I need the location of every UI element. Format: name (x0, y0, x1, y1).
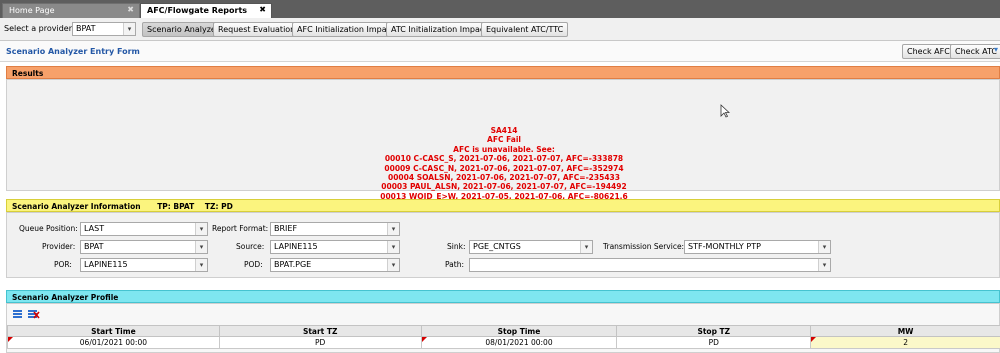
chevron-down-icon[interactable]: ▾ (580, 241, 592, 253)
report-format-select[interactable]: BRIEF ▾ (270, 222, 400, 236)
profile-table: Start Time Start TZ Stop Time Stop TZ MW… (7, 325, 1000, 349)
chevron-down-icon[interactable]: ▾ (195, 259, 207, 271)
tp-label: TP: BPAT (157, 202, 195, 211)
delete-row-icon[interactable] (28, 309, 40, 319)
results-panel: SA414 AFC Fail AFC is unavailable. See: … (6, 79, 1000, 201)
tz-label: TZ: PD (204, 202, 233, 211)
pod-select[interactable]: BPAT.PGE ▾ (270, 258, 400, 272)
column-header-start-tz[interactable]: Start TZ (218, 325, 422, 337)
por-value: LAPINE115 (84, 260, 128, 269)
add-row-icon[interactable] (13, 309, 25, 319)
chevron-down-icon[interactable]: ▾ (818, 241, 830, 253)
tab-label: Home Page (9, 6, 55, 15)
profile-title: Scenario Analyzer Profile (12, 293, 119, 302)
sink-label: Sink: (447, 242, 466, 251)
column-header-start-time[interactable]: Start Time (7, 325, 220, 337)
column-header-mw[interactable]: MW (810, 325, 1000, 337)
profile-table-header: Start Time Start TZ Stop Time Stop TZ MW (7, 325, 1000, 337)
queue-position-value: LAST (84, 224, 105, 233)
mouse-pointer-icon (720, 104, 730, 118)
report-format-label: Report Format: (212, 224, 269, 233)
chevron-down-icon[interactable]: ▾ (123, 23, 135, 35)
chevron-down-icon[interactable]: ▾ (195, 241, 207, 253)
pod-label: POD: (244, 260, 263, 269)
result-line: 00004 SOALSN, 2021-07-06, 2021-07-07, AF… (387, 173, 620, 183)
provider-field-value: BPAT (84, 242, 104, 251)
results-message: SA414 AFC Fail AFC is unavailable. See: … (7, 126, 1000, 201)
mw-cell[interactable]: 2 (810, 336, 1000, 349)
chevron-down-icon[interactable]: ▾ (387, 241, 399, 253)
tab-bar: Home Page ✖ AFC/Flowgate Reports ✖ (0, 0, 1000, 18)
report-format-value: BRIEF (274, 224, 298, 233)
result-line: 00009 C-CASC_N, 2021-07-06, 2021-07-07, … (384, 163, 624, 173)
path-select[interactable]: ▾ (469, 258, 831, 272)
provider-label: Select a provider (4, 24, 72, 33)
info-header: Scenario Analyzer Information TP: BPAT T… (6, 199, 1000, 212)
toolbar: Select a provider BPAT ▾ Scenario Analyz… (0, 18, 1000, 41)
profile-panel: Start Time Start TZ Stop Time Stop TZ MW… (6, 303, 1000, 353)
chevron-down-icon[interactable]: ▾ (195, 223, 207, 235)
table-row: 06/01/2021 00:00 PD 08/01/2021 00:00 PD … (7, 336, 1000, 349)
tab-afc-flowgate-reports[interactable]: AFC/Flowgate Reports ✖ (140, 3, 272, 18)
form-title: Scenario Analyzer Entry Form (6, 47, 140, 56)
result-line: AFC Fail (487, 135, 521, 145)
column-header-stop-time[interactable]: Stop Time (420, 325, 618, 337)
provider-field-select[interactable]: BPAT ▾ (80, 240, 208, 254)
source-value: LAPINE115 (274, 242, 318, 251)
result-line: 00003 PAUL_ALSN, 2021-07-06, 2021-07-07,… (381, 182, 627, 192)
queue-position-label: Queue Position: (19, 224, 78, 233)
source-select[interactable]: LAPINE115 ▾ (270, 240, 400, 254)
source-label: Source: (236, 242, 265, 251)
por-label: POR: (54, 260, 72, 269)
atc-initialization-impacts-button[interactable]: ATC Initialization Impacts (386, 22, 497, 37)
info-panel: Queue Position: LAST ▾ Report Format: BR… (6, 212, 1000, 278)
pod-value: BPAT.PGE (274, 260, 312, 269)
sink-value: PGE_CNTGS (473, 242, 521, 251)
profile-header: Scenario Analyzer Profile (6, 290, 1000, 303)
request-evaluations-button[interactable]: Request Evaluations (213, 22, 305, 37)
stop-tz-cell[interactable]: PD (616, 336, 812, 349)
scenario-analyzer-button[interactable]: Scenario Analyzer (142, 22, 225, 37)
equivalent-atc-ttc-button[interactable]: Equivalent ATC/TTC (481, 22, 569, 37)
transmission-service-value: STF-MONTHLY PTP (688, 242, 761, 251)
check-afc-button[interactable]: Check AFC (902, 44, 955, 59)
info-title: Scenario Analyzer Information (12, 202, 141, 211)
transmission-service-label: Transmission Service: (603, 242, 685, 251)
provider-select[interactable]: BPAT ▾ (72, 22, 136, 36)
chevron-down-icon[interactable]: ▾ (387, 259, 399, 271)
chevron-down-icon[interactable]: ▾ (387, 223, 399, 235)
filter-icon[interactable]: ▾ (994, 45, 998, 54)
results-header: Results (6, 66, 1000, 79)
result-line: 00010 C-CASC_S, 2021-07-06, 2021-07-07, … (384, 154, 624, 164)
tab-label: AFC/Flowgate Reports (147, 6, 248, 15)
por-select[interactable]: LAPINE115 ▾ (80, 258, 208, 272)
sink-select[interactable]: PGE_CNTGS ▾ (469, 240, 593, 254)
close-icon[interactable]: ✖ (259, 5, 266, 14)
result-line: AFC is unavailable. See: (453, 144, 555, 154)
provider-value: BPAT (76, 24, 96, 33)
stop-time-cell[interactable]: 08/01/2021 00:00 (420, 336, 618, 349)
form-header: Scenario Analyzer Entry Form Check AFC C… (0, 41, 1000, 62)
provider-field-label: Provider: (42, 242, 76, 251)
close-icon[interactable]: ✖ (127, 5, 134, 14)
start-tz-cell[interactable]: PD (218, 336, 422, 349)
tab-home-page[interactable]: Home Page ✖ (2, 3, 140, 18)
transmission-service-select[interactable]: STF-MONTHLY PTP ▾ (684, 240, 831, 254)
start-time-cell[interactable]: 06/01/2021 00:00 (7, 336, 220, 349)
column-header-stop-tz[interactable]: Stop TZ (616, 325, 812, 337)
path-label: Path: (445, 260, 465, 269)
queue-position-select[interactable]: LAST ▾ (80, 222, 208, 236)
chevron-down-icon[interactable]: ▾ (818, 259, 830, 271)
results-title: Results (12, 69, 44, 78)
result-line: SA414 (490, 126, 518, 135)
check-atc-button[interactable]: Check ATC (950, 44, 1000, 59)
